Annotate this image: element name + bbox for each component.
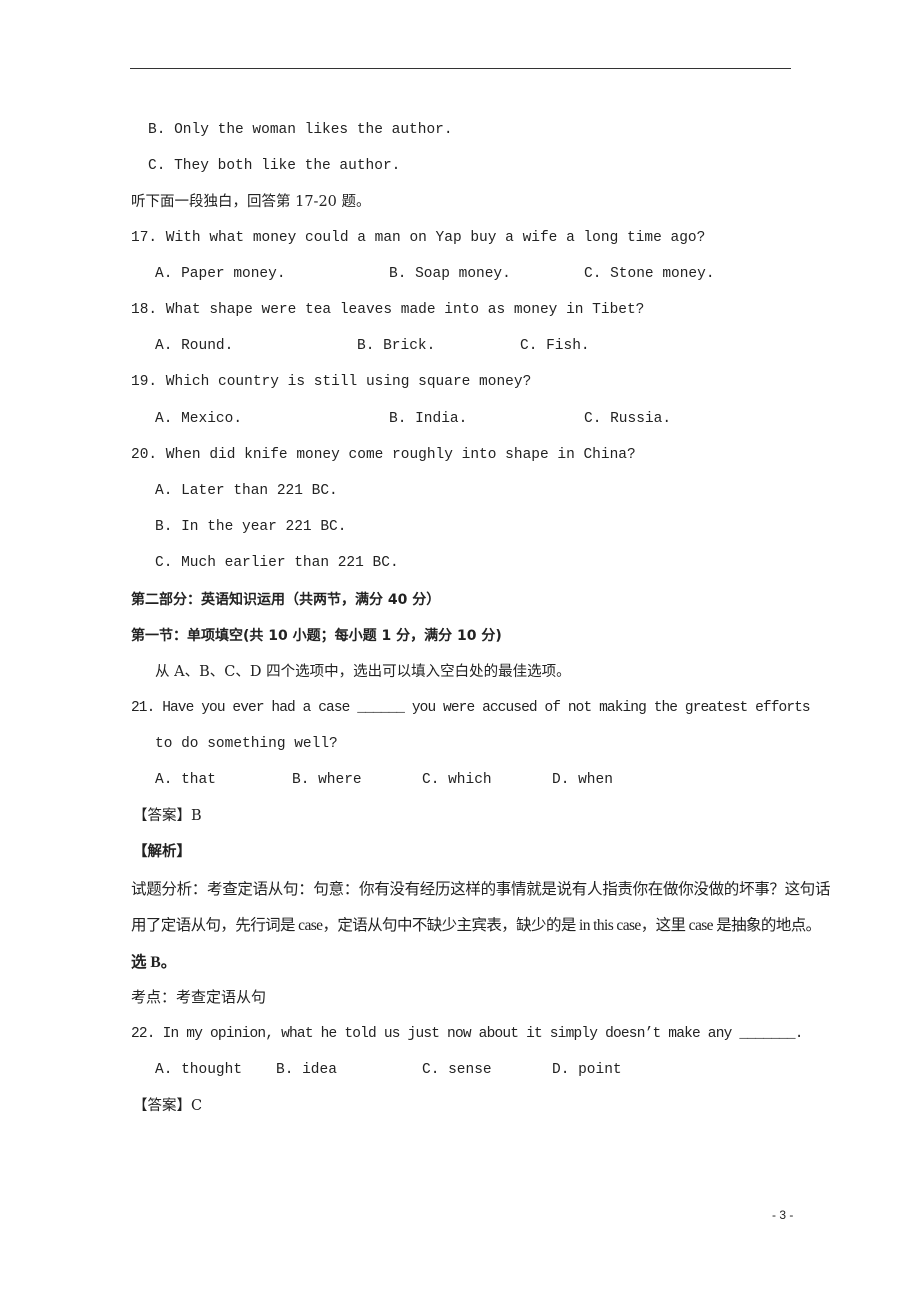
keypoint: 考点：考查定语从句 bbox=[131, 990, 267, 1006]
question-17-stem: 17. With what money could a man on Yap b… bbox=[131, 230, 706, 246]
question-22-stem: 22. In my opinion, what he told us just … bbox=[131, 1026, 803, 1042]
question-22-answer: 【答案】C bbox=[133, 1098, 203, 1114]
option: C. Russia. bbox=[584, 411, 672, 427]
question-18-stem: 18. What shape were tea leaves made into… bbox=[131, 302, 645, 318]
question-21-answer: 【答案】B bbox=[133, 808, 202, 824]
option: C. sense bbox=[422, 1062, 492, 1078]
option: A. that bbox=[155, 772, 216, 788]
question-20-option-a: A. Later than 221 BC. bbox=[155, 483, 338, 499]
option: A. Round. bbox=[155, 338, 234, 354]
analysis-text-3: 选 B。 bbox=[131, 954, 177, 971]
option: C. Stone money. bbox=[584, 266, 715, 282]
option: A. Paper money. bbox=[155, 266, 286, 282]
option: B. Soap money. bbox=[389, 266, 511, 282]
option: A. Mexico. bbox=[155, 411, 243, 427]
option: D. point bbox=[552, 1062, 622, 1078]
option: B. where bbox=[292, 772, 362, 788]
page-number: - 3 - bbox=[772, 1208, 794, 1222]
analysis-label: 【解析】 bbox=[133, 844, 191, 860]
question-21-stem-cont: to do something well? bbox=[155, 736, 338, 752]
question-20-stem: 20. When did knife money come roughly in… bbox=[131, 447, 636, 463]
section1-instruction: 从 A、B、C、D 四个选项中，选出可以填入空白处的最佳选项。 bbox=[155, 664, 571, 680]
question-19-stem: 19. Which country is still using square … bbox=[131, 374, 532, 390]
question-21-stem: 21. Have you ever had a case ______ you … bbox=[131, 700, 811, 716]
header-rule bbox=[130, 68, 791, 69]
option: B. idea bbox=[276, 1062, 337, 1078]
option: B. Brick. bbox=[357, 338, 436, 354]
section1-heading: 第一节：单项填空(共 10 小题；每小题 1 分，满分 10 分) bbox=[131, 628, 502, 644]
prev-option-b: B. Only the woman likes the author. bbox=[148, 122, 453, 138]
option: B. India. bbox=[389, 411, 468, 427]
analysis-text-2: 用了定语从句，先行词是 case，定语从句中不缺少主宾表，缺少的是 in thi… bbox=[131, 917, 821, 934]
option: D. when bbox=[552, 772, 613, 788]
listening-instruction: 听下面一段独白，回答第 17-20 题。 bbox=[131, 194, 371, 210]
question-20-option-b: B. In the year 221 BC. bbox=[155, 519, 347, 535]
question-20-option-c: C. Much earlier than 221 BC. bbox=[155, 555, 399, 571]
prev-option-c: C. They both like the author. bbox=[148, 158, 401, 174]
option: A. thought bbox=[155, 1062, 243, 1078]
option: C. which bbox=[422, 772, 492, 788]
part2-heading: 第二部分：英语知识运用（共两节，满分 40 分） bbox=[131, 592, 441, 608]
analysis-text-1: 试题分析：考查定语从句：句意：你有没有经历这样的事情就是说有人指责你在做你没做的… bbox=[131, 881, 831, 898]
option: C. Fish. bbox=[520, 338, 590, 354]
